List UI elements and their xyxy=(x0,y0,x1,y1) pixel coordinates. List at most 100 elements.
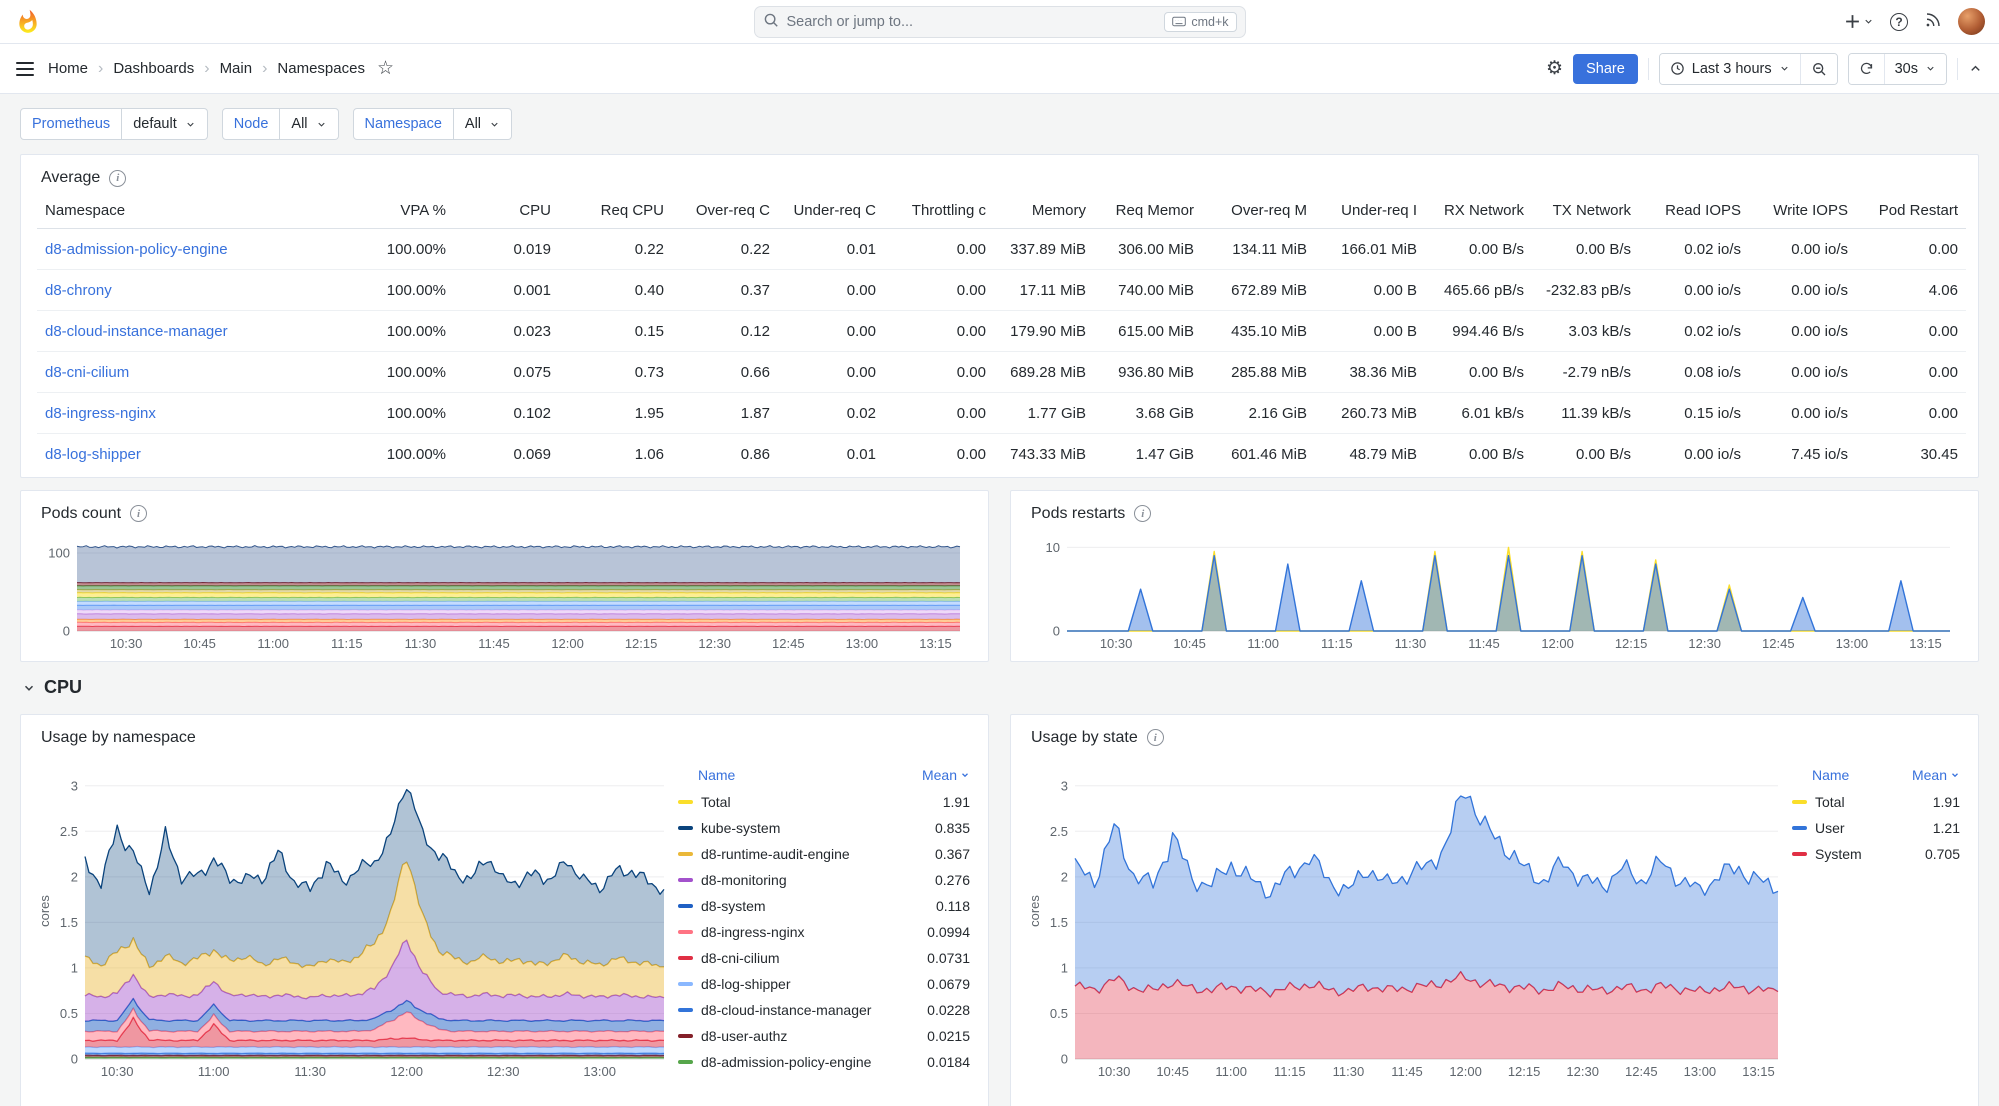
namespace-link[interactable]: d8-ingress-nginx xyxy=(45,405,156,422)
column-header[interactable]: Over-req C xyxy=(672,193,778,229)
legend-mean-header[interactable]: Mean xyxy=(1912,767,1960,783)
share-button[interactable]: Share xyxy=(1573,54,1638,84)
namespace-link[interactable]: d8-admission-policy-engine xyxy=(45,241,228,258)
svg-text:11:45: 11:45 xyxy=(1468,636,1500,651)
table-cell: 0.12 xyxy=(672,311,778,352)
zoom-out-button[interactable] xyxy=(1800,54,1837,84)
namespace-select[interactable]: All xyxy=(454,108,512,140)
namespace-link[interactable]: d8-cni-cilium xyxy=(45,364,129,381)
table-cell: 3.68 GiB xyxy=(1094,393,1202,434)
panel-title[interactable]: Pods count xyxy=(41,505,121,523)
legend-mean-header[interactable]: Mean xyxy=(922,767,970,783)
column-header[interactable]: Write IOPS xyxy=(1749,193,1856,229)
svg-text:12:15: 12:15 xyxy=(625,636,658,651)
legend-name-header[interactable]: Name xyxy=(698,767,735,783)
legend-item[interactable]: d8-user-authz0.0215 xyxy=(676,1023,972,1049)
column-header[interactable]: Req CPU xyxy=(559,193,672,229)
user-avatar[interactable] xyxy=(1958,8,1985,35)
refresh-interval-picker[interactable]: 30s xyxy=(1884,54,1946,84)
column-header[interactable]: RX Network xyxy=(1425,193,1532,229)
table-cell: 601.46 MiB xyxy=(1202,434,1315,475)
namespace-link[interactable]: d8-chrony xyxy=(45,282,112,299)
table-cell: 1.95 xyxy=(559,393,672,434)
legend-item[interactable]: System0.705 xyxy=(1790,841,1962,867)
search-input[interactable]: Search or jump to... cmd+k xyxy=(754,6,1246,38)
menu-toggle-icon[interactable] xyxy=(16,58,34,80)
usage-by-state-chart[interactable]: 00.511.522.5310:3010:4511:0011:1511:3011… xyxy=(1027,753,1790,1081)
column-header[interactable]: VPA % xyxy=(349,193,454,229)
panel-title[interactable]: Usage by state xyxy=(1031,729,1138,747)
table-cell: 17.11 MiB xyxy=(994,270,1094,311)
legend-item[interactable]: kube-system0.835 xyxy=(676,815,972,841)
column-header[interactable]: Namespace xyxy=(37,193,349,229)
table-cell: d8-cloud-instance-manager xyxy=(37,311,349,352)
table-cell: 100.00% xyxy=(349,311,454,352)
column-header[interactable]: Under-req I xyxy=(1315,193,1425,229)
favorite-star-icon[interactable]: ☆ xyxy=(377,59,394,78)
svg-text:10:30: 10:30 xyxy=(1098,1064,1131,1079)
panel-title[interactable]: Pods restarts xyxy=(1031,505,1125,523)
info-icon[interactable]: i xyxy=(1134,505,1151,522)
legend-item[interactable]: d8-cloud-instance-manager0.0228 xyxy=(676,997,972,1023)
panel-title[interactable]: Usage by namespace xyxy=(41,729,196,747)
column-header[interactable]: Read IOPS xyxy=(1639,193,1749,229)
table-cell: 0.019 xyxy=(454,229,559,270)
column-header[interactable]: Throttling c xyxy=(884,193,994,229)
column-header[interactable]: Over-req M xyxy=(1202,193,1315,229)
chevron-up-icon xyxy=(1968,61,1983,76)
series-mean-value: 1.91 xyxy=(943,794,970,810)
table-cell: 38.36 MiB xyxy=(1315,352,1425,393)
pods-count-chart[interactable]: 010010:3010:4511:0011:1511:3011:4512:001… xyxy=(37,529,972,653)
datasource-select[interactable]: default xyxy=(122,108,208,140)
svg-text:11:45: 11:45 xyxy=(478,636,510,651)
refresh-button[interactable] xyxy=(1849,54,1884,84)
panel-title[interactable]: Average xyxy=(41,169,100,187)
column-header[interactable]: CPU xyxy=(454,193,559,229)
breadcrumb-home[interactable]: Home xyxy=(48,60,88,77)
legend-item[interactable]: Total1.91 xyxy=(676,789,972,815)
breadcrumb-current[interactable]: Namespaces xyxy=(277,60,365,77)
new-button[interactable] xyxy=(1844,13,1874,30)
info-icon[interactable]: i xyxy=(130,505,147,522)
dashboard-settings-icon[interactable]: ⚙ xyxy=(1546,59,1563,78)
news-icon[interactable] xyxy=(1924,11,1942,33)
cpu-section-header[interactable]: CPU xyxy=(20,674,1979,702)
column-header[interactable]: Req Memor xyxy=(1094,193,1202,229)
namespace-link[interactable]: d8-cloud-instance-manager xyxy=(45,323,228,340)
node-select[interactable]: All xyxy=(280,108,338,140)
column-header[interactable]: Under-req C xyxy=(778,193,884,229)
info-icon[interactable]: i xyxy=(109,170,126,187)
legend-item[interactable]: d8-ingress-nginx0.0994 xyxy=(676,919,972,945)
legend-item[interactable]: d8-system0.118 xyxy=(676,893,972,919)
legend-item[interactable]: d8-log-shipper0.0679 xyxy=(676,971,972,997)
breadcrumb-main[interactable]: Main xyxy=(220,60,253,77)
breadcrumb-dashboards[interactable]: Dashboards xyxy=(113,60,194,77)
table-cell: 100.00% xyxy=(349,434,454,475)
grafana-logo[interactable] xyxy=(14,8,41,35)
pods-restarts-chart[interactable]: 01010:3010:4511:0011:1511:3011:4512:0012… xyxy=(1027,529,1962,653)
node-label: Node xyxy=(222,108,281,140)
column-header[interactable]: Pod Restart xyxy=(1856,193,1966,229)
column-header[interactable]: TX Network xyxy=(1532,193,1639,229)
legend-item[interactable]: d8-admission-policy-engine0.0184 xyxy=(676,1049,972,1075)
legend-item[interactable]: d8-runtime-audit-engine0.367 xyxy=(676,841,972,867)
legend-item[interactable]: User1.21 xyxy=(1790,815,1962,841)
info-icon[interactable]: i xyxy=(1147,729,1164,746)
legend-name-header[interactable]: Name xyxy=(1812,767,1849,783)
legend-item[interactable]: d8-cni-cilium0.0731 xyxy=(676,945,972,971)
usage-by-namespace-chart[interactable]: 00.511.522.5310:3011:0011:3012:0012:3013… xyxy=(37,753,676,1081)
legend-item[interactable]: d8-monitoring0.276 xyxy=(676,867,972,893)
time-range-picker[interactable]: Last 3 hours xyxy=(1660,54,1800,84)
breadcrumb-separator: › xyxy=(204,60,209,78)
legend-item[interactable]: Total1.91 xyxy=(1790,789,1962,815)
column-header[interactable]: Memory xyxy=(994,193,1094,229)
collapse-toolbar-button[interactable] xyxy=(1968,61,1983,76)
svg-text:11:00: 11:00 xyxy=(1215,1064,1247,1079)
table-row: d8-log-shipper100.00%0.0691.060.860.010.… xyxy=(37,434,1966,475)
svg-text:3: 3 xyxy=(71,778,78,793)
keyboard-icon xyxy=(1172,16,1186,27)
divider xyxy=(1957,58,1958,80)
table-cell: d8-ingress-nginx xyxy=(37,393,349,434)
help-icon[interactable]: ? xyxy=(1890,13,1908,31)
namespace-link[interactable]: d8-log-shipper xyxy=(45,446,141,463)
